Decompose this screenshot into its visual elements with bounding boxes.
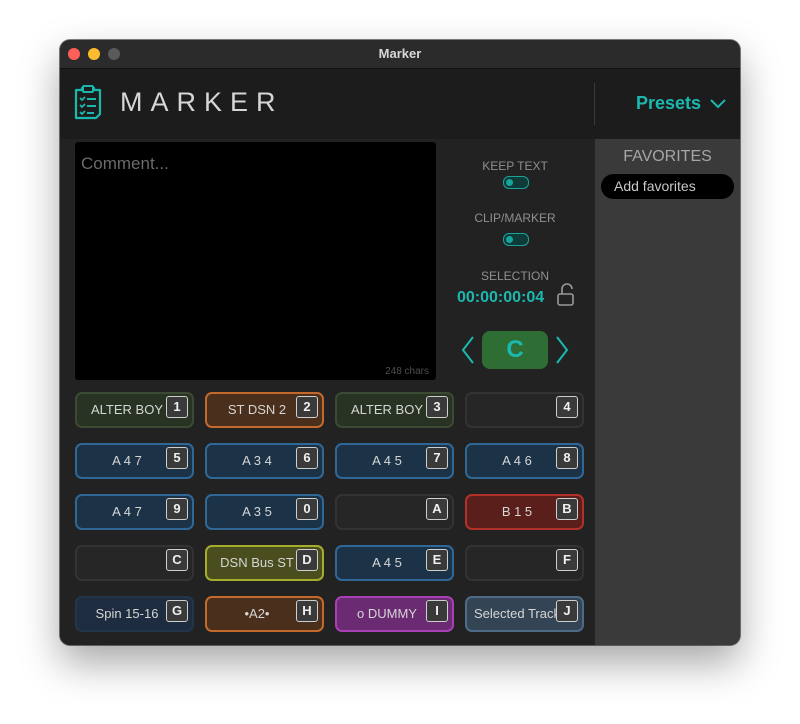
marker-label: A 4 5	[372, 555, 402, 570]
comment-textarea[interactable]: Comment... 248 chars	[75, 142, 436, 380]
marker-button[interactable]: ALTER BOY 3	[335, 392, 454, 428]
marker-label	[467, 547, 567, 579]
marker-button[interactable]: B 1 5 B	[465, 494, 584, 530]
app-logo-text: MARKER	[120, 87, 284, 117]
header-divider	[594, 83, 595, 125]
marker-button[interactable]: A 4 6 8	[465, 443, 584, 479]
clip-marker-label: CLIP/MARKER	[474, 211, 556, 225]
marker-shortcut-key: B	[556, 498, 578, 520]
marker-button[interactable]: Spin 15-16 G	[75, 596, 194, 632]
marker-button[interactable]: ALTER BOY 1	[75, 392, 194, 428]
marker-button[interactable]: A 4 5 E	[335, 545, 454, 581]
marker-label	[467, 394, 567, 426]
marker-shortcut-key: 9	[166, 498, 188, 520]
selection-timecode: 00:00:00:04	[457, 289, 545, 306]
marker-shortcut-key: C	[166, 549, 188, 571]
chevron-down-icon	[710, 98, 726, 108]
marker-shortcut-key: 3	[426, 396, 448, 418]
marker-label	[77, 547, 177, 579]
keep-text-label: KEEP TEXT	[482, 159, 548, 173]
marker-shortcut-key: D	[296, 549, 318, 571]
marker-shortcut-key: 6	[296, 447, 318, 469]
char-count: 248 chars	[385, 366, 429, 377]
marker-shortcut-key: H	[296, 600, 318, 622]
marker-button[interactable]: Selected Track J	[465, 596, 584, 632]
marker-label: B 1 5	[501, 504, 533, 519]
marker-button[interactable]: A 3 4 6	[205, 443, 324, 479]
marker-shortcut-key: 1	[166, 396, 188, 418]
marker-label: A 4 7	[112, 504, 142, 519]
marker-label: Selected Track	[474, 606, 560, 621]
marker-shortcut-key: J	[556, 600, 578, 622]
previous-color-arrow[interactable]	[460, 334, 476, 366]
marker-button[interactable]: A 3 5 0	[205, 494, 324, 530]
comment-placeholder: Comment...	[81, 154, 169, 173]
marker-shortcut-key: 8	[556, 447, 578, 469]
marker-label: A 3 4	[242, 453, 272, 468]
marker-label: A 4 7	[112, 453, 142, 468]
marker-button[interactable]: DSN Bus ST D	[205, 545, 324, 581]
marker-color-button[interactable]: C	[482, 331, 548, 369]
favorites-panel: FAVORITES Add favorites	[595, 139, 740, 645]
window-title: Marker	[378, 46, 422, 61]
marker-button[interactable]: A 4 7 5	[75, 443, 194, 479]
marker-shortcut-key: 0	[296, 498, 318, 520]
marker-button[interactable]: A 4 7 9	[75, 494, 194, 530]
main-panel: Comment... 248 chars KEEP TEXT CLIP/MARK…	[60, 139, 595, 645]
marker-label: ALTER BOY	[90, 402, 163, 417]
clip-marker-toggle[interactable]	[503, 233, 529, 246]
marker-shortcut-key: G	[166, 600, 188, 622]
marker-label: A 4 6	[502, 453, 532, 468]
title-bar: Marker	[60, 40, 740, 69]
marker-button[interactable]: A 4 5 7	[335, 443, 454, 479]
marker-label	[337, 496, 437, 528]
marker-label: A 3 5	[242, 504, 272, 519]
marker-label: DSN Bus ST	[220, 555, 294, 570]
marker-button[interactable]: F	[465, 545, 584, 581]
app-header: MARKER Presets	[60, 69, 740, 139]
marker-button[interactable]: •A2• H	[205, 596, 324, 632]
marker-label: o DUMMY	[357, 606, 417, 621]
marker-window: Marker MARKER Presets Comment... 248 cha…	[60, 40, 740, 645]
unlock-icon[interactable]	[556, 283, 576, 307]
marker-shortcut-key: 7	[426, 447, 448, 469]
marker-label: ALTER BOY	[350, 402, 423, 417]
marker-label: A 4 5	[372, 453, 402, 468]
marker-button[interactable]: 4	[465, 392, 584, 428]
marker-shortcut-key: 4	[556, 396, 578, 418]
keep-text-toggle[interactable]	[503, 176, 529, 189]
marker-label: Spin 15-16	[95, 606, 159, 621]
presets-dropdown[interactable]: Presets	[636, 93, 727, 114]
marker-label: •A2•	[244, 606, 270, 621]
marker-label: ST DSN 2	[227, 402, 287, 417]
selection-label: SELECTION	[480, 269, 549, 283]
marker-button[interactable]: o DUMMY I	[335, 596, 454, 632]
presets-label: Presets	[636, 93, 702, 113]
add-favorites-input[interactable]: Add favorites	[601, 174, 734, 199]
marker-button[interactable]: A	[335, 494, 454, 530]
marker-button[interactable]: ST DSN 2 2	[205, 392, 324, 428]
next-color-arrow[interactable]	[554, 334, 570, 366]
marker-button[interactable]: C	[75, 545, 194, 581]
marker-shortcut-key: E	[426, 549, 448, 571]
marker-shortcut-key: 5	[166, 447, 188, 469]
marker-shortcut-key: F	[556, 549, 578, 571]
marker-shortcut-key: 2	[296, 396, 318, 418]
clipboard-checklist-icon	[74, 85, 102, 120]
favorites-title: FAVORITES	[623, 148, 712, 165]
marker-shortcut-key: I	[426, 600, 448, 622]
marker-shortcut-key: A	[426, 498, 448, 520]
